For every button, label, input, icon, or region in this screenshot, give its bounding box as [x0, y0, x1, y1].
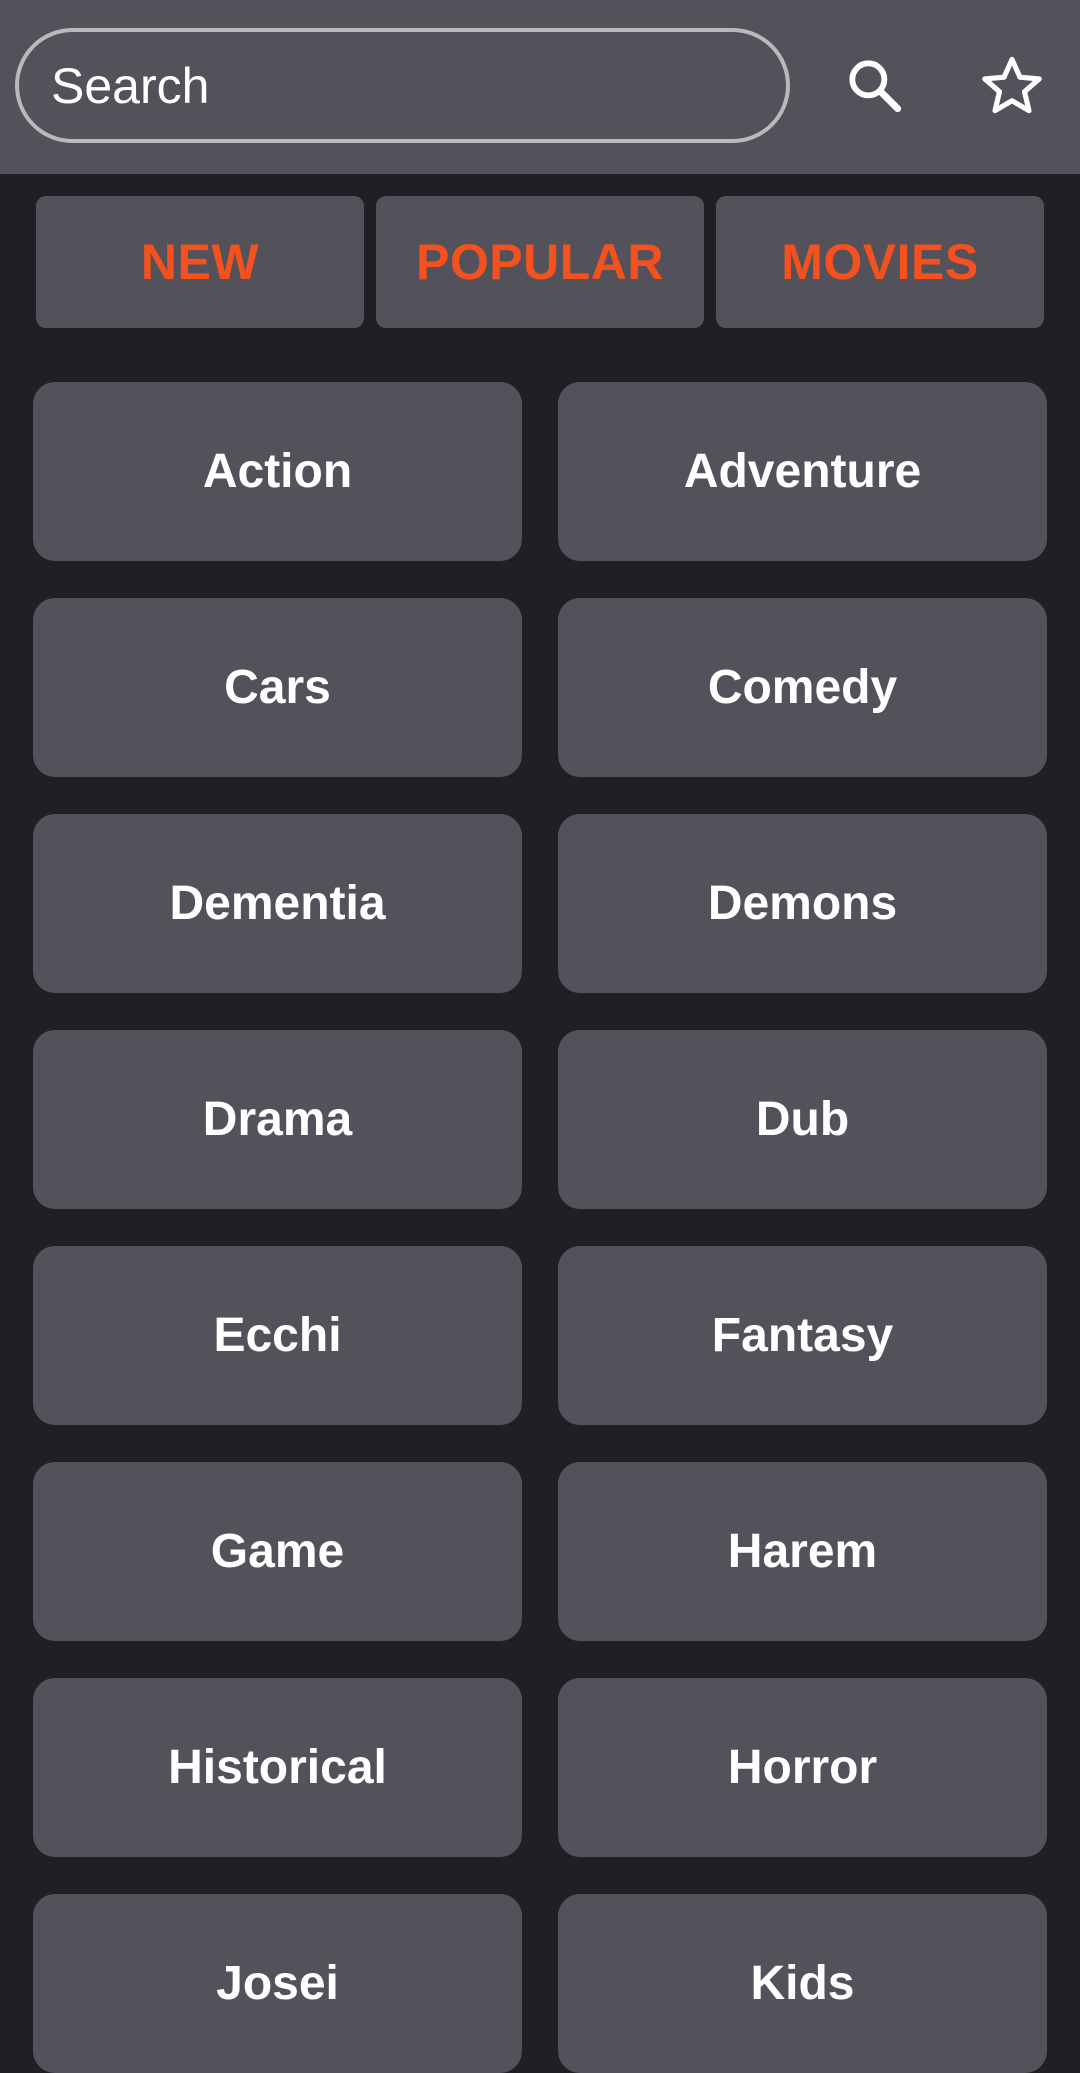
tab-movies[interactable]: MOVIES [716, 196, 1044, 328]
genre-button-fantasy[interactable]: Fantasy [558, 1246, 1047, 1425]
favorites-button[interactable] [970, 44, 1054, 128]
genre-button-game[interactable]: Game [33, 1462, 522, 1641]
search-field[interactable] [15, 28, 790, 143]
genre-button-josei[interactable]: Josei [33, 1894, 522, 2073]
tab-popular[interactable]: POPULAR [376, 196, 704, 328]
genre-button-cars[interactable]: Cars [33, 598, 522, 777]
tab-new[interactable]: NEW [36, 196, 364, 328]
category-tabs: NEW POPULAR MOVIES [36, 196, 1044, 328]
genre-button-action[interactable]: Action [33, 382, 522, 561]
genre-button-dub[interactable]: Dub [558, 1030, 1047, 1209]
genre-button-drama[interactable]: Drama [33, 1030, 522, 1209]
genre-button-comedy[interactable]: Comedy [558, 598, 1047, 777]
genre-button-harem[interactable]: Harem [558, 1462, 1047, 1641]
genre-button-demons[interactable]: Demons [558, 814, 1047, 993]
search-button[interactable] [833, 44, 917, 128]
genre-button-adventure[interactable]: Adventure [558, 382, 1047, 561]
genre-button-dementia[interactable]: Dementia [33, 814, 522, 993]
genre-button-kids[interactable]: Kids [558, 1894, 1047, 2073]
genre-button-historical[interactable]: Historical [33, 1678, 522, 1857]
search-input[interactable] [49, 55, 786, 116]
search-icon [849, 60, 902, 113]
genre-button-ecchi[interactable]: Ecchi [33, 1246, 522, 1425]
star-outline-icon [982, 56, 1042, 114]
top-bar [0, 0, 1080, 174]
genre-button-horror[interactable]: Horror [558, 1678, 1047, 1857]
